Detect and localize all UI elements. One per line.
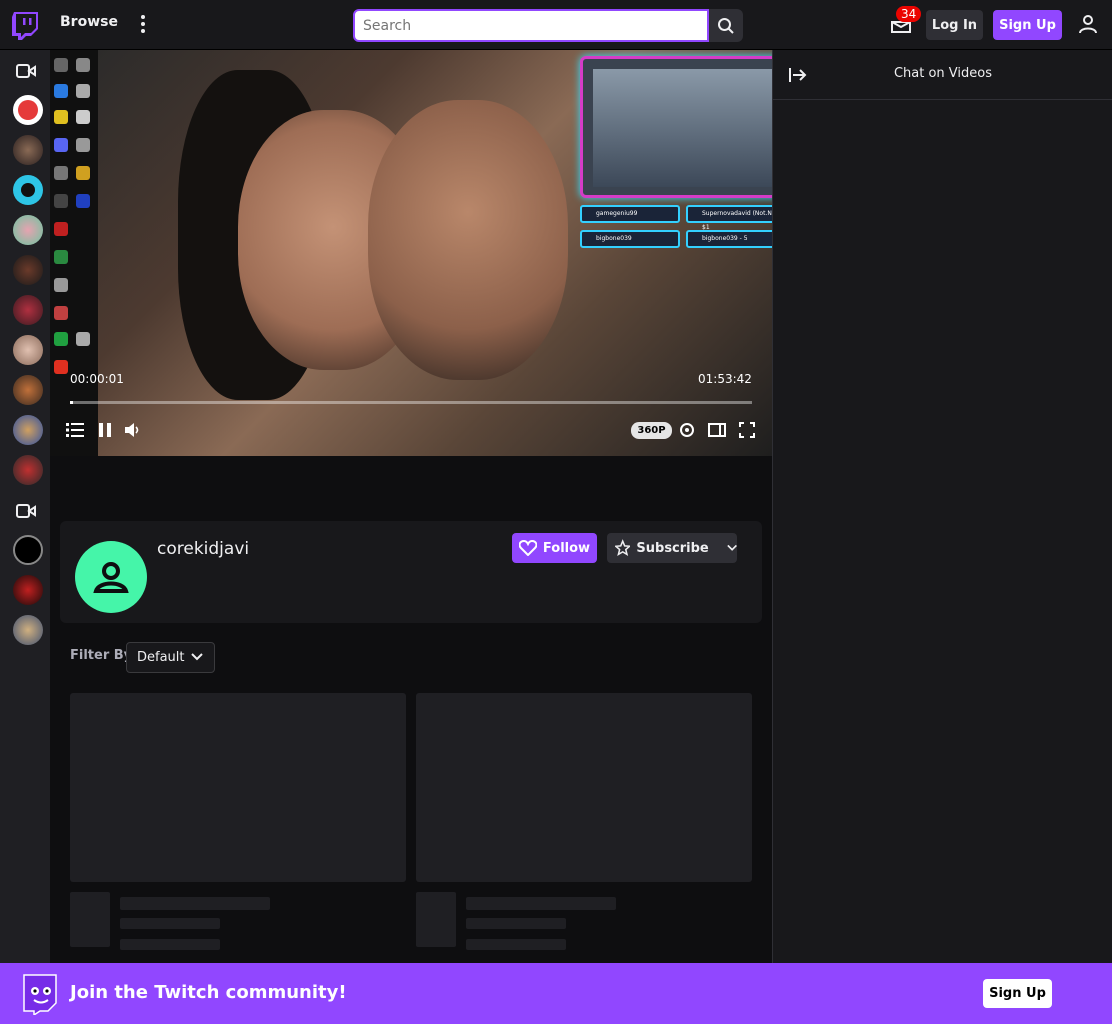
quality-badge: 360P: [631, 422, 672, 439]
banner-text: Join the Twitch community!: [70, 982, 347, 1003]
alert-box: bigbone039 - 5: [686, 230, 772, 248]
video-frame: gamegeniu99 Supernovadavid (Not.Naam) - …: [78, 50, 772, 456]
video-thumbnail-placeholder[interactable]: [70, 693, 406, 882]
channel-avatar[interactable]: [13, 295, 43, 325]
title-placeholder: [120, 897, 270, 910]
channel-avatar[interactable]: [13, 455, 43, 485]
pause-icon[interactable]: [95, 420, 115, 440]
video-thumbnail-placeholder[interactable]: [416, 693, 752, 882]
search-bar: [353, 9, 743, 42]
webcam-overlay: [580, 56, 772, 198]
channel-avatar[interactable]: [13, 535, 43, 565]
alert-box: bigbone039: [580, 230, 680, 248]
meta-placeholder: [466, 918, 566, 929]
browse-link[interactable]: Browse: [60, 14, 118, 30]
settings-icon[interactable]: [677, 420, 697, 440]
followed-channels-icon: [16, 64, 36, 78]
channel-info: corekidjavi Follow Subscribe: [60, 521, 762, 623]
alert-box: Supernovadavid (Not.Naam) - $1: [686, 205, 772, 231]
duration: 01:53:42: [698, 372, 752, 386]
desktop-icons: [50, 50, 98, 456]
follow-label: Follow: [542, 540, 591, 556]
theatre-mode-icon[interactable]: [707, 420, 727, 440]
notification-badge: 34: [896, 6, 922, 22]
chat-panel: Chat on Videos: [772, 50, 1112, 964]
search-input[interactable]: [353, 9, 709, 42]
more-options-icon[interactable]: [134, 12, 152, 36]
heart-icon: [518, 540, 537, 556]
channel-avatar[interactable]: [13, 135, 43, 165]
recommended-channels-icon: [16, 504, 36, 518]
user-icon: [93, 562, 129, 593]
subscribe-button[interactable]: Subscribe: [607, 533, 737, 563]
filter-label: Filter By: [70, 648, 133, 663]
glitch-mascot-icon: [23, 974, 57, 1015]
chat-header: Chat on Videos: [773, 50, 1112, 100]
chevron-down-icon: [191, 653, 203, 661]
avatar-placeholder: [70, 892, 110, 947]
video-player[interactable]: gamegeniu99 Supernovadavid (Not.Naam) - …: [50, 50, 772, 456]
channel-avatar[interactable]: [13, 415, 43, 445]
seek-bar[interactable]: [70, 401, 752, 404]
signup-banner: Join the Twitch community!: [0, 963, 1112, 1024]
channel-avatar[interactable]: [13, 375, 43, 405]
channel-avatar[interactable]: [13, 215, 43, 245]
volume-icon[interactable]: [123, 420, 143, 440]
search-icon: [718, 17, 734, 34]
sidebar: [0, 50, 50, 964]
search-button[interactable]: [709, 9, 743, 42]
meta-placeholder: [466, 939, 566, 950]
title-placeholder: [466, 897, 616, 910]
chevron-down-icon[interactable]: [727, 544, 737, 552]
meta-placeholder: [120, 939, 220, 950]
channel-avatar[interactable]: [75, 541, 147, 613]
alert-box: gamegeniu99: [580, 205, 680, 223]
channel-avatar[interactable]: [13, 175, 43, 205]
channel-avatar[interactable]: [13, 615, 43, 645]
signup-button[interactable]: Sign Up: [993, 10, 1062, 40]
seek-bar-fill: [70, 401, 73, 404]
twitch-logo-icon[interactable]: [12, 12, 38, 40]
chapters-icon[interactable]: [65, 420, 85, 440]
filter-select[interactable]: Default: [126, 642, 215, 673]
chat-title: Chat on Videos: [893, 66, 993, 81]
channel-avatar[interactable]: [13, 335, 43, 365]
meta-placeholder: [120, 918, 220, 929]
follow-button[interactable]: Follow: [512, 533, 597, 563]
fullscreen-icon[interactable]: [737, 420, 757, 440]
star-icon: [615, 539, 631, 557]
filter-value: Default: [137, 650, 185, 665]
login-button[interactable]: Log In: [926, 10, 983, 40]
avatar-placeholder: [416, 892, 456, 947]
user-menu-icon[interactable]: [1078, 14, 1098, 34]
channel-avatar[interactable]: [13, 575, 43, 605]
subscribe-label: Subscribe: [636, 540, 709, 556]
current-time: 00:00:01: [70, 372, 124, 386]
banner-signup-button[interactable]: Sign Up: [983, 979, 1052, 1008]
channel-name[interactable]: corekidjavi: [157, 539, 249, 559]
channel-avatar[interactable]: [13, 95, 43, 125]
top-nav: Browse 34 Log In Sign Up: [0, 0, 1112, 50]
channel-avatar[interactable]: [13, 255, 43, 285]
